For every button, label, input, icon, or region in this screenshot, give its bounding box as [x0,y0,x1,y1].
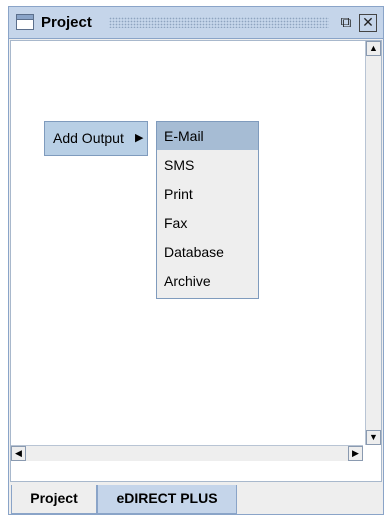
submenu-arrow-icon: ▶ [135,132,144,144]
tab-edirect-plus[interactable]: eDIRECT PLUS [97,485,237,514]
submenu-item-fax[interactable]: Fax [157,209,258,237]
horizontal-scrollbar[interactable]: ◀ ▶ [11,445,363,461]
close-icon[interactable]: ✕ [359,14,377,32]
scroll-left-icon[interactable]: ◀ [11,446,26,461]
submenu-item-email[interactable]: E-Mail [157,122,258,150]
tab-bar: Project eDIRECT PLUS [9,485,383,514]
restore-icon[interactable]: ⧉ [337,14,355,32]
window-icon [16,14,34,30]
tab-project[interactable]: Project [11,485,97,514]
add-output-submenu: E-Mail SMS Print Fax Database Archive [156,121,259,299]
window-titlebar[interactable]: Project ⧉ ✕ [9,7,383,39]
submenu-item-database[interactable]: Database [157,238,258,266]
scroll-right-icon[interactable]: ▶ [348,446,363,461]
submenu-item-archive[interactable]: Archive [157,267,258,295]
window-title: Project [41,14,92,31]
scroll-down-icon[interactable]: ▼ [366,430,381,445]
titlebar-grip[interactable] [109,17,329,28]
submenu-item-print[interactable]: Print [157,180,258,208]
scroll-up-icon[interactable]: ▲ [366,41,381,56]
submenu-item-sms[interactable]: SMS [157,151,258,179]
project-panel[interactable]: Add Output ▶ E-Mail SMS Print Fax Databa… [10,40,382,482]
add-output-label: Add Output [53,130,124,146]
vertical-scrollbar[interactable]: ▲ ▼ [365,41,381,445]
project-window: Project ⧉ ✕ Add Output ▶ E-Mail SMS Prin… [8,6,384,515]
add-output-menu-item[interactable]: Add Output ▶ [44,121,148,156]
